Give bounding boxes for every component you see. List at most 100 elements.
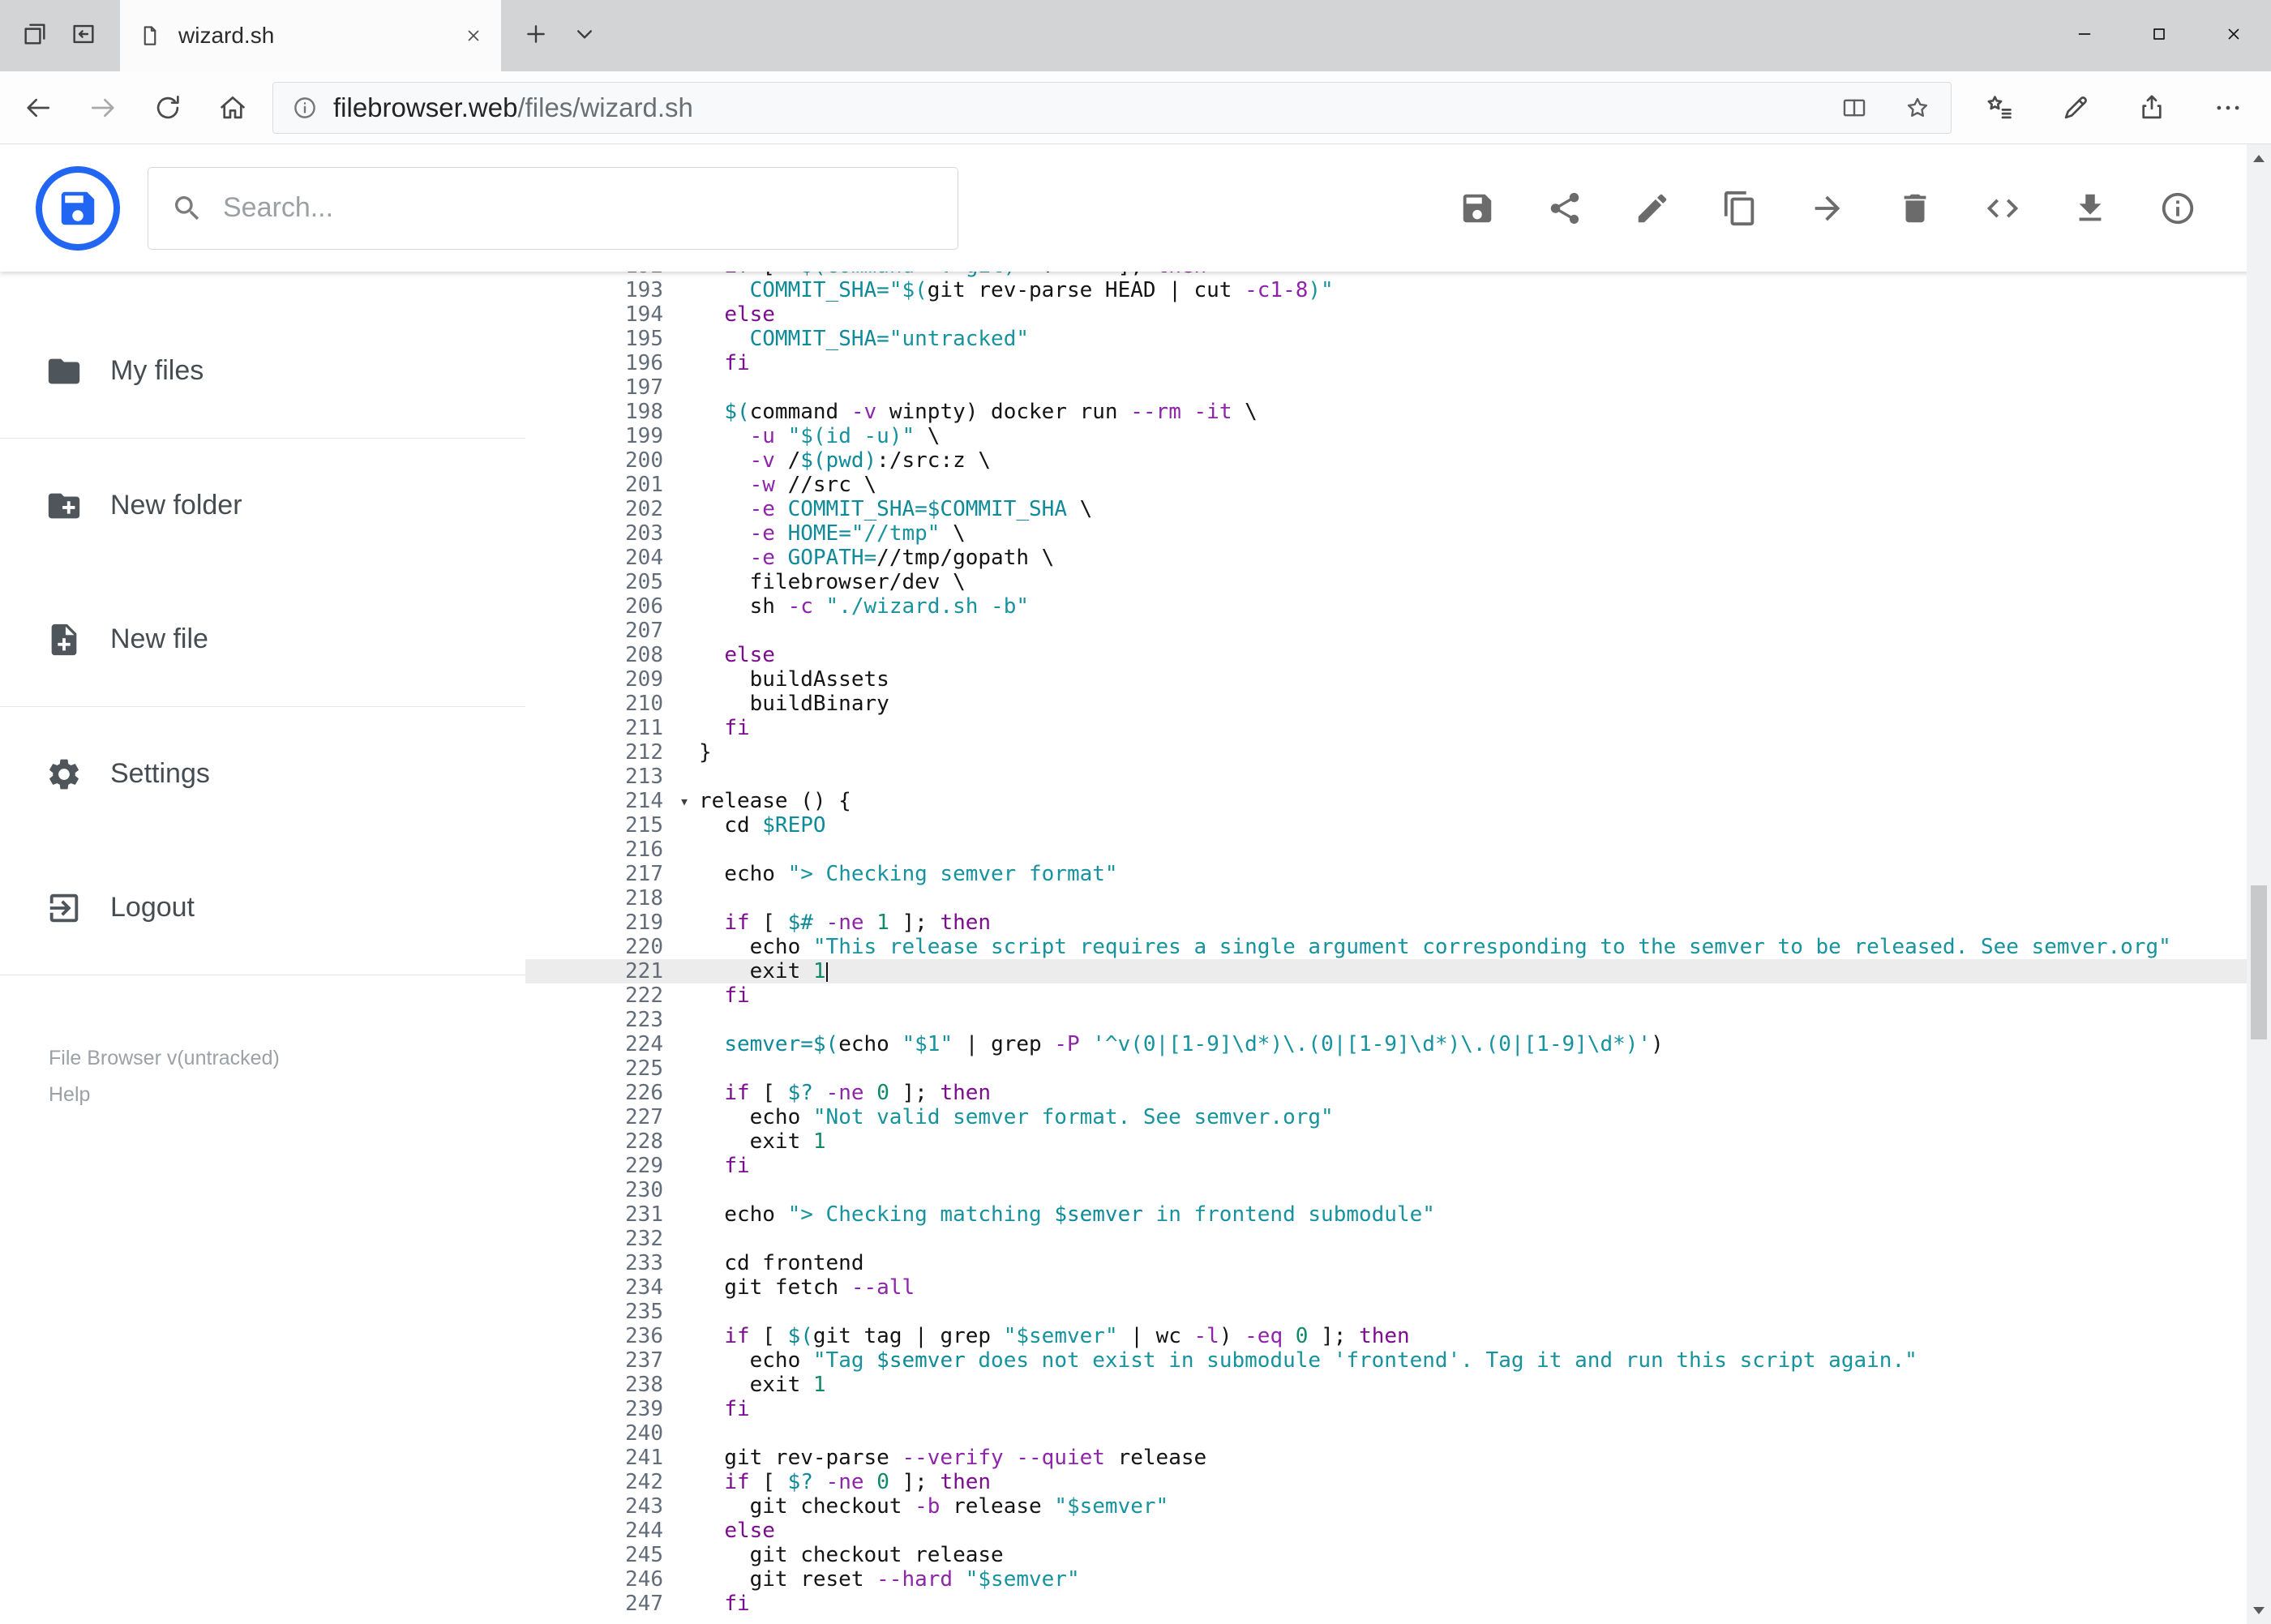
code-line-236[interactable]: 236 if [ $(git tag | grep "$semver" | wc… <box>525 1324 2247 1348</box>
scrollbar-thumb[interactable] <box>2251 885 2267 1039</box>
code-line-240[interactable]: 240 <box>525 1421 2247 1446</box>
tab-close-icon[interactable] <box>464 26 483 45</box>
tab-list-button[interactable] <box>571 20 598 52</box>
code-line-212[interactable]: 212} <box>525 740 2247 765</box>
tab-preview-button[interactable] <box>70 20 97 52</box>
close-window-button[interactable] <box>2196 0 2271 71</box>
copy-button[interactable] <box>1721 190 1759 227</box>
reading-view-icon[interactable] <box>1840 94 1868 122</box>
code-line-207[interactable]: 207 <box>525 619 2247 643</box>
site-info-icon[interactable] <box>291 94 319 122</box>
code-line-226[interactable]: 226 if [ $? -ne 0 ]; then <box>525 1081 2247 1105</box>
code-line-245[interactable]: 245 git checkout release <box>525 1543 2247 1567</box>
scrollbar-track[interactable] <box>2247 172 2271 1596</box>
code-line-221[interactable]: 221 exit 1 <box>525 959 2247 983</box>
code-line-192[interactable]: 192 if [ "$(command -v git)" != "" ]; th… <box>525 272 2247 278</box>
set-tabs-aside-button[interactable] <box>21 20 49 52</box>
favorites-hub-icon[interactable] <box>1984 92 2015 123</box>
page-scrollbar[interactable] <box>2247 144 2271 1624</box>
code-line-244[interactable]: 244 else <box>525 1519 2247 1543</box>
more-menu-icon[interactable] <box>2213 92 2243 123</box>
minimize-button[interactable] <box>2047 0 2122 71</box>
filebrowser-logo[interactable] <box>36 165 120 251</box>
rename-button[interactable] <box>1634 190 1671 227</box>
code-line-235[interactable]: 235 <box>525 1300 2247 1324</box>
code-line-196[interactable]: 196 fi <box>525 351 2247 375</box>
code-line-229[interactable]: 229 fi <box>525 1154 2247 1178</box>
back-button[interactable] <box>23 92 54 123</box>
scroll-down-button[interactable] <box>2247 1596 2271 1624</box>
code-line-238[interactable]: 238 exit 1 <box>525 1373 2247 1397</box>
forward-button[interactable] <box>88 92 118 123</box>
code-line-208[interactable]: 208 else <box>525 643 2247 667</box>
code-line-213[interactable]: 213 <box>525 765 2247 789</box>
sidebar-item-new-folder[interactable]: New folder <box>0 439 525 572</box>
code-line-200[interactable]: 200 -v /$(pwd):/src:z \ <box>525 448 2247 473</box>
fold-marker-icon[interactable]: ▾ <box>679 789 689 813</box>
refresh-button[interactable] <box>152 92 183 123</box>
sidebar-item-logout[interactable]: Logout <box>0 841 525 975</box>
browser-tab-active[interactable]: wizard.sh <box>120 0 501 71</box>
code-line-237[interactable]: 237 echo "Tag $semver does not exist in … <box>525 1348 2247 1373</box>
code-line-210[interactable]: 210 buildBinary <box>525 692 2247 716</box>
code-line-233[interactable]: 233 cd frontend <box>525 1251 2247 1275</box>
code-line-242[interactable]: 242 if [ $? -ne 0 ]; then <box>525 1470 2247 1494</box>
scroll-up-button[interactable] <box>2247 144 2271 172</box>
add-favorite-icon[interactable] <box>1904 94 1931 122</box>
code-line-203[interactable]: 203 -e HOME="//tmp" \ <box>525 521 2247 546</box>
code-line-193[interactable]: 193 COMMIT_SHA="$(git rev-parse HEAD | c… <box>525 278 2247 302</box>
source-button[interactable] <box>1984 190 2021 227</box>
code-line-224[interactable]: 224 semver=$(echo "$1" | grep -P '^v(0|[… <box>525 1032 2247 1056</box>
web-note-icon[interactable] <box>2060 92 2091 123</box>
code-line-247[interactable]: 247 fi <box>525 1592 2247 1616</box>
code-line-209[interactable]: 209 buildAssets <box>525 667 2247 692</box>
code-line-230[interactable]: 230 <box>525 1178 2247 1202</box>
code-line-225[interactable]: 225 <box>525 1056 2247 1081</box>
delete-button[interactable] <box>1896 190 1934 227</box>
code-line-205[interactable]: 205 filebrowser/dev \ <box>525 570 2247 594</box>
code-line-241[interactable]: 241 git rev-parse --verify --quiet relea… <box>525 1446 2247 1470</box>
code-line-211[interactable]: 211 fi <box>525 716 2247 740</box>
code-line-219[interactable]: 219 if [ $# -ne 1 ]; then <box>525 911 2247 935</box>
code-line-198[interactable]: 198 $(command -v winpty) docker run --rm… <box>525 400 2247 424</box>
url-text[interactable]: filebrowser.web/files/wizard.sh <box>333 92 693 123</box>
code-line-204[interactable]: 204 -e GOPATH=//tmp/gopath \ <box>525 546 2247 570</box>
download-button[interactable] <box>2072 190 2109 227</box>
code-line-218[interactable]: 218 <box>525 886 2247 911</box>
code-line-246[interactable]: 246 git reset --hard "$semver" <box>525 1567 2247 1592</box>
code-line-232[interactable]: 232 <box>525 1227 2247 1251</box>
share-page-icon[interactable] <box>2136 92 2167 123</box>
code-line-227[interactable]: 227 echo "Not valid semver format. See s… <box>525 1105 2247 1129</box>
address-bar[interactable]: filebrowser.web/files/wizard.sh <box>272 81 1952 134</box>
code-line-243[interactable]: 243 git checkout -b release "$semver" <box>525 1494 2247 1519</box>
code-line-220[interactable]: 220 echo "This release script requires a… <box>525 935 2247 959</box>
sidebar-item-my-files[interactable]: My files <box>0 304 525 438</box>
code-line-222[interactable]: 222 fi <box>525 983 2247 1008</box>
code-line-199[interactable]: 199 -u "$(id -u)" \ <box>525 424 2247 448</box>
info-button[interactable] <box>2159 190 2196 227</box>
code-line-234[interactable]: 234 git fetch --all <box>525 1275 2247 1300</box>
help-link[interactable]: Help <box>49 1083 525 1107</box>
sidebar-item-settings[interactable]: Settings <box>0 707 525 841</box>
save-button[interactable] <box>1459 190 1496 227</box>
code-editor[interactable]: 192 if [ "$(command -v git)" != "" ]; th… <box>525 272 2271 1624</box>
new-tab-button[interactable] <box>522 20 550 52</box>
code-line-197[interactable]: 197 <box>525 375 2247 400</box>
home-button[interactable] <box>217 92 248 123</box>
code-line-216[interactable]: 216 <box>525 838 2247 862</box>
share-button[interactable] <box>1546 190 1583 227</box>
move-button[interactable] <box>1809 190 1846 227</box>
code-line-202[interactable]: 202 -e COMMIT_SHA=$COMMIT_SHA \ <box>525 497 2247 521</box>
search-box[interactable] <box>148 166 958 250</box>
maximize-button[interactable] <box>2122 0 2196 71</box>
code-line-231[interactable]: 231 echo "> Checking matching $semver in… <box>525 1202 2247 1227</box>
code-line-201[interactable]: 201 -w //src \ <box>525 473 2247 497</box>
code-line-194[interactable]: 194 else <box>525 302 2247 327</box>
code-line-215[interactable]: 215 cd $REPO <box>525 813 2247 838</box>
search-input[interactable] <box>221 191 941 225</box>
code-line-195[interactable]: 195 COMMIT_SHA="untracked" <box>525 327 2247 351</box>
sidebar-item-new-file[interactable]: New file <box>0 572 525 706</box>
code-line-239[interactable]: 239 fi <box>525 1397 2247 1421</box>
code-line-223[interactable]: 223 <box>525 1008 2247 1032</box>
code-line-228[interactable]: 228 exit 1 <box>525 1129 2247 1154</box>
